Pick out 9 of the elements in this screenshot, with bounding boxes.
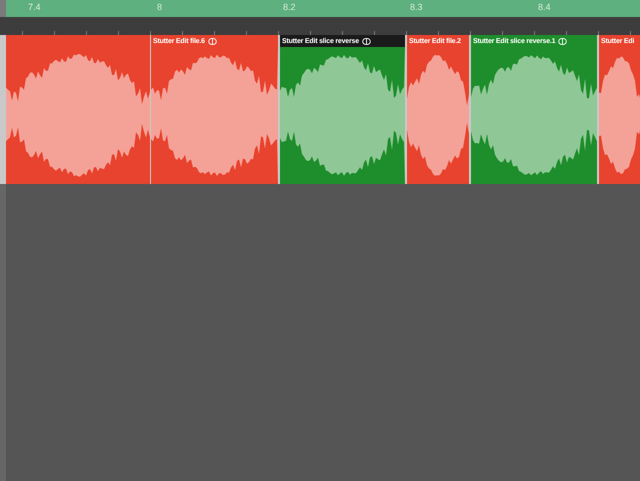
- link-icon: [208, 38, 217, 44]
- bar-number: 7.4: [28, 2, 41, 13]
- link-icon: [362, 38, 371, 44]
- bar-number: 8.4: [538, 2, 551, 13]
- bar-number: 8: [157, 2, 162, 13]
- bar-number: 8.2: [283, 2, 296, 13]
- bar-number: 8.3: [410, 2, 423, 13]
- timeline-ruler[interactable]: 7.4 8 8.2 8.3 8.4: [0, 0, 640, 17]
- link-icon: [558, 38, 568, 44]
